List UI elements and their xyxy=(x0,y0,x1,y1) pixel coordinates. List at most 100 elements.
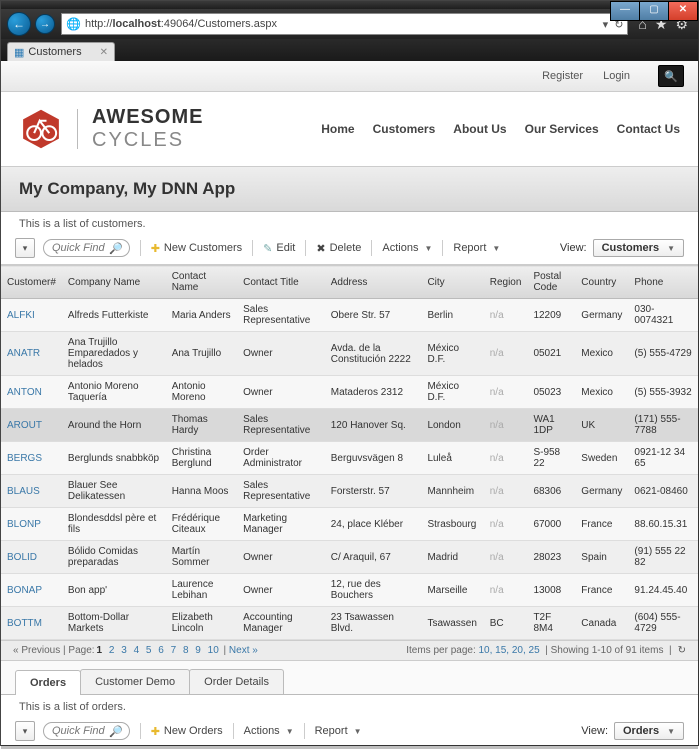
column-header[interactable]: Company Name xyxy=(62,266,166,299)
cell: 030-0074321 xyxy=(628,299,698,332)
delete-button[interactable]: ✖Delete xyxy=(316,242,361,255)
window-minimize-button[interactable]: — xyxy=(610,1,640,21)
cell: (5) 555-3932 xyxy=(628,376,698,409)
orders-subtitle: This is a list of orders. xyxy=(1,695,698,715)
column-header[interactable]: City xyxy=(421,266,483,299)
cell[interactable]: BERGS xyxy=(1,442,62,475)
column-header[interactable]: Postal Code xyxy=(527,266,575,299)
page-number[interactable]: 8 xyxy=(183,645,189,656)
table-row[interactable]: BOTTMBottom-Dollar MarketsElizabeth Linc… xyxy=(1,607,698,640)
table-row[interactable]: ALFKIAlfreds FutterkisteMaria AndersSale… xyxy=(1,299,698,332)
cell: Mexico xyxy=(575,376,628,409)
menu-home[interactable]: Home xyxy=(321,122,354,136)
cell[interactable]: BLONP xyxy=(1,508,62,541)
actions-menu[interactable]: Actions▼ xyxy=(382,242,432,254)
report-menu[interactable]: Report▼ xyxy=(315,725,362,737)
new-orders-button[interactable]: ✚New Orders xyxy=(151,725,223,738)
nav-forward-button[interactable]: → xyxy=(35,14,55,34)
cell: Strasbourg xyxy=(421,508,483,541)
edit-button[interactable]: ✎Edit xyxy=(263,242,295,255)
quick-find-input[interactable]: 🔎 xyxy=(43,239,130,257)
cell[interactable]: ALFKI xyxy=(1,299,62,332)
menu-contact[interactable]: Contact Us xyxy=(617,122,680,136)
tab-close-icon[interactable]: ✕ xyxy=(100,47,108,58)
prev-link[interactable]: « Previous xyxy=(13,645,60,656)
cell: (171) 555-7788 xyxy=(628,409,698,442)
table-row[interactable]: BOLIDBólido Comidas preparadasMartín Som… xyxy=(1,541,698,574)
cell: México D.F. xyxy=(421,332,483,376)
cell[interactable]: BONAP xyxy=(1,574,62,607)
search-icon[interactable]: 🔎 xyxy=(109,242,123,255)
quick-find-input[interactable]: 🔎 xyxy=(43,722,130,740)
cell: Spain xyxy=(575,541,628,574)
cell: Bon app' xyxy=(62,574,166,607)
cell[interactable]: AROUT xyxy=(1,409,62,442)
cell: C/ Araquil, 67 xyxy=(325,541,422,574)
refresh-icon[interactable]: ↻ xyxy=(678,645,686,656)
page-number[interactable]: 2 xyxy=(109,645,115,656)
column-header[interactable]: Contact Title xyxy=(237,266,325,299)
column-header[interactable]: Address xyxy=(325,266,422,299)
column-header[interactable]: Contact Name xyxy=(166,266,237,299)
register-link[interactable]: Register xyxy=(542,70,583,82)
table-row[interactable]: BLONPBlondesddsl père et filsFrédérique … xyxy=(1,508,698,541)
new-customers-button[interactable]: ✚New Customers xyxy=(151,242,242,255)
quick-find-text[interactable] xyxy=(50,241,109,255)
actions-menu[interactable]: Actions▼ xyxy=(244,725,294,737)
page-number[interactable]: 4 xyxy=(134,645,140,656)
window-maximize-button[interactable]: ▢ xyxy=(639,1,669,21)
toolbar-menu-button[interactable]: ▾ xyxy=(15,238,35,258)
page-number[interactable]: 5 xyxy=(146,645,152,656)
cell: Frédérique Citeaux xyxy=(166,508,237,541)
view-selector[interactable]: Customers▼ xyxy=(593,239,684,257)
cell: Order Administrator xyxy=(237,442,325,475)
column-header[interactable]: Phone xyxy=(628,266,698,299)
table-row[interactable]: ANTONAntonio Moreno TaqueríaAntonio More… xyxy=(1,376,698,409)
report-menu[interactable]: Report▼ xyxy=(453,242,500,254)
column-header[interactable]: Country xyxy=(575,266,628,299)
table-row[interactable]: BERGSBerglunds snabbköpChristina Berglun… xyxy=(1,442,698,475)
cell[interactable]: BLAUS xyxy=(1,475,62,508)
table-row[interactable]: ANATRAna Trujillo Emparedados y heladosA… xyxy=(1,332,698,376)
cell[interactable]: ANTON xyxy=(1,376,62,409)
window-close-button[interactable]: ✕ xyxy=(668,1,698,21)
cell: 05023 xyxy=(527,376,575,409)
menu-about[interactable]: About Us xyxy=(453,122,506,136)
tab-order-details[interactable]: Order Details xyxy=(189,669,284,694)
menu-customers[interactable]: Customers xyxy=(373,122,436,136)
cell[interactable]: BOTTM xyxy=(1,607,62,640)
menu-services[interactable]: Our Services xyxy=(525,122,599,136)
nav-back-button[interactable]: ← xyxy=(7,12,31,36)
address-bar[interactable]: 🌐 http:// localhost :49064/Customers.asp… xyxy=(61,13,628,35)
customers-pager: « Previous | Page: 1 2 3 4 5 6 7 8 9 10 … xyxy=(1,640,698,661)
main-menu: Home Customers About Us Our Services Con… xyxy=(321,122,680,136)
cell: Owner xyxy=(237,541,325,574)
column-header[interactable]: Region xyxy=(484,266,528,299)
view-selector[interactable]: Orders▼ xyxy=(614,722,684,740)
items-per-page[interactable]: 10, 15, 20, 25 xyxy=(479,645,540,656)
page-number[interactable]: 1 xyxy=(97,645,103,656)
cell[interactable]: ANATR xyxy=(1,332,62,376)
toolbar-menu-button[interactable]: ▾ xyxy=(15,721,35,741)
page-number[interactable]: 10 xyxy=(208,645,219,656)
dropdown-icon[interactable]: ▾ xyxy=(603,18,609,31)
column-header[interactable]: Customer# xyxy=(1,266,62,299)
table-row[interactable]: AROUTAround the HornThomas HardySales Re… xyxy=(1,409,698,442)
page-number[interactable]: 7 xyxy=(171,645,177,656)
page-number[interactable]: 6 xyxy=(158,645,164,656)
cell: France xyxy=(575,508,628,541)
search-icon[interactable]: 🔎 xyxy=(109,725,123,738)
table-row[interactable]: BONAPBon app'Laurence LebihanOwner12, ru… xyxy=(1,574,698,607)
browser-tab[interactable]: ▦ Customers ✕ xyxy=(7,42,115,61)
site-search-button[interactable]: 🔍 xyxy=(658,65,684,87)
page-number[interactable]: 9 xyxy=(195,645,201,656)
cell[interactable]: BOLID xyxy=(1,541,62,574)
tab-customer-demo[interactable]: Customer Demo xyxy=(80,669,190,694)
tab-orders[interactable]: Orders xyxy=(15,670,81,695)
cell: Marketing Manager xyxy=(237,508,325,541)
table-row[interactable]: BLAUSBlauer See DelikatessenHanna MoosSa… xyxy=(1,475,698,508)
page-number[interactable]: 3 xyxy=(121,645,127,656)
next-link[interactable]: Next » xyxy=(229,645,258,656)
login-link[interactable]: Login xyxy=(603,70,630,82)
quick-find-text[interactable] xyxy=(50,724,109,738)
